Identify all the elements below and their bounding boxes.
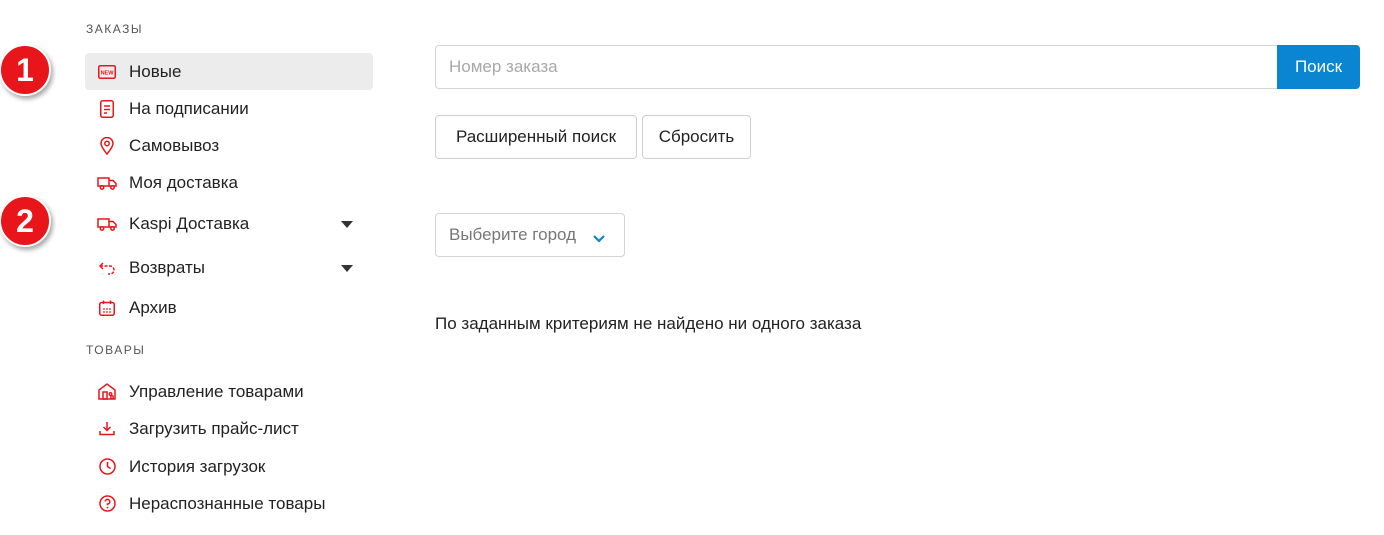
sidebar-item-label: Самовывоз xyxy=(129,135,220,155)
sidebar-item-label: На подписании xyxy=(129,98,249,118)
clock-icon xyxy=(97,457,117,477)
sidebar-item-label: Новые xyxy=(129,61,182,81)
caret-down-icon[interactable] xyxy=(341,220,353,228)
orders-section-title: ЗАКАЗЫ xyxy=(86,22,143,36)
sidebar-item-upload-pricelist[interactable]: Загрузить прайс-лист xyxy=(85,410,373,447)
sidebar-item-label: Управление товарами xyxy=(129,381,304,401)
calendar-icon xyxy=(97,298,117,318)
sidebar-item-label: Архив xyxy=(129,297,177,317)
chevron-down-icon xyxy=(592,229,606,249)
truck-icon xyxy=(97,214,117,234)
sidebar-item-unrecognized-products[interactable]: Нераспознанные товары xyxy=(85,485,373,522)
store-icon xyxy=(97,382,117,402)
advanced-search-button[interactable]: Расширенный поиск xyxy=(435,115,637,159)
sidebar-item-my-delivery[interactable]: Моя доставка xyxy=(85,164,373,201)
sidebar-item-signing[interactable]: На подписании xyxy=(85,90,373,127)
city-select[interactable]: Выберите город xyxy=(435,213,625,257)
sidebar-item-label: Kaspi Доставка xyxy=(129,213,250,233)
city-select-placeholder: Выберите город xyxy=(449,225,577,244)
sidebar-item-label: Моя доставка xyxy=(129,172,238,192)
empty-results-message: По заданным критериям не найдено ни одно… xyxy=(435,314,862,333)
svg-text:NEW: NEW xyxy=(101,70,115,76)
sidebar-item-manage-products[interactable]: Управление товарами xyxy=(85,373,373,410)
sidebar-item-archive[interactable]: Архив xyxy=(85,289,373,326)
sidebar-item-label: История загрузок xyxy=(129,456,266,476)
products-section-title: ТОВАРЫ xyxy=(86,343,146,357)
question-icon xyxy=(97,494,117,514)
order-number-search-input[interactable] xyxy=(435,45,1278,89)
sidebar-item-new[interactable]: NEW Новые xyxy=(85,53,373,90)
caret-down-icon[interactable] xyxy=(341,264,353,272)
sidebar-item-label: Возвраты xyxy=(129,257,205,277)
return-icon xyxy=(97,258,117,278)
reset-button[interactable]: Сбросить xyxy=(642,115,751,159)
download-icon xyxy=(97,419,117,439)
new-icon: NEW xyxy=(97,62,117,82)
sidebar-item-pickup[interactable]: Самовывоз xyxy=(85,127,373,164)
sidebar-item-returns[interactable]: Возвраты xyxy=(85,249,373,286)
sidebar-item-label: Нераспознанные товары xyxy=(129,493,326,513)
document-icon xyxy=(97,99,117,119)
search-button[interactable]: Поиск xyxy=(1277,45,1360,89)
sidebar-item-label: Загрузить прайс-лист xyxy=(129,418,299,438)
location-pin-icon xyxy=(97,136,117,156)
sidebar-item-kaspi-delivery[interactable]: Kaspi Доставка xyxy=(85,205,373,242)
truck-icon xyxy=(97,173,117,193)
annotation-badge-1: 1 xyxy=(0,44,51,96)
sidebar-item-upload-history[interactable]: История загрузок xyxy=(85,448,373,485)
annotation-badge-2: 2 xyxy=(0,195,51,247)
